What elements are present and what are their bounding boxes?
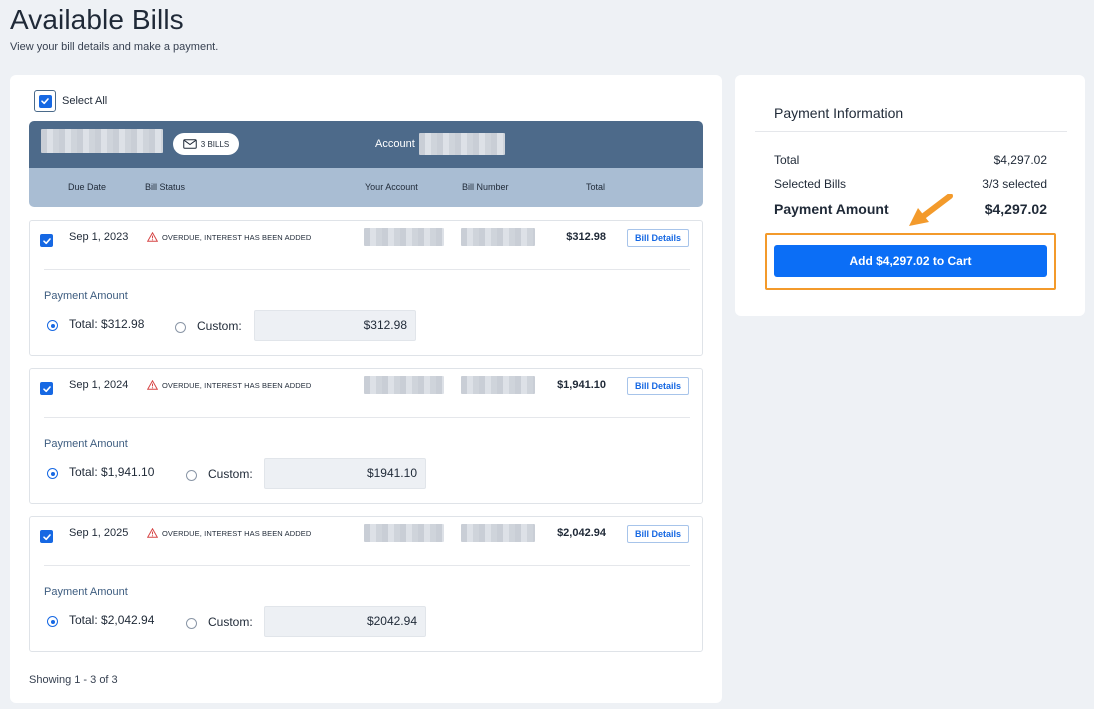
- custom-amount-input[interactable]: $312.98: [254, 310, 416, 341]
- bill-status-text: OVERDUE, INTEREST HAS BEEN ADDED: [162, 528, 312, 538]
- bills-panel: Select All 3 BILLS Account Due Date Bill…: [10, 75, 722, 703]
- redacted-your-account: [364, 228, 444, 246]
- checkmark-icon: [42, 533, 51, 540]
- payment-amount-label: Payment Amount: [44, 290, 128, 302]
- total-option-label: Total: $2,042.94: [69, 613, 155, 627]
- bill-due-date: Sep 1, 2024: [69, 379, 129, 391]
- column-header-bill-number: Bill Number: [462, 182, 509, 192]
- total-radio[interactable]: [47, 468, 58, 479]
- payment-amount-label: Payment Amount: [774, 201, 889, 217]
- bill-checkbox[interactable]: [40, 234, 53, 247]
- bill-status: OVERDUE, INTEREST HAS BEEN ADDED: [147, 528, 311, 538]
- total-radio[interactable]: [47, 320, 58, 331]
- payment-amount-label: Payment Amount: [44, 438, 128, 450]
- divider: [44, 417, 690, 418]
- redacted-bill-number: [461, 524, 535, 542]
- bill-due-date: Sep 1, 2025: [69, 527, 129, 539]
- bill-card: Sep 1, 2023 OVERDUE, INTEREST HAS BEEN A…: [29, 220, 703, 356]
- selected-bills-value: 3/3 selected: [982, 177, 1047, 191]
- column-header-total: Total: [586, 182, 606, 192]
- add-to-cart-button[interactable]: Add $4,297.02 to Cart: [774, 245, 1047, 277]
- column-header-bill-status: Bill Status: [145, 182, 186, 192]
- payment-info-title: Payment Information: [774, 105, 904, 121]
- selected-bills-label: Selected Bills: [774, 177, 847, 191]
- divider: [44, 565, 690, 566]
- warning-icon: [147, 380, 158, 390]
- redacted-account-number: [419, 133, 505, 155]
- divider: [755, 131, 1067, 132]
- account-header: 3 BILLS Account: [29, 121, 703, 168]
- warning-icon: [147, 528, 158, 538]
- bill-status: OVERDUE, INTEREST HAS BEEN ADDED: [147, 380, 311, 390]
- column-header-row: Due Date Bill Status Your Account Bill N…: [29, 168, 703, 207]
- bill-status-text: OVERDUE, INTEREST HAS BEEN ADDED: [162, 232, 312, 242]
- envelope-icon: [183, 139, 197, 149]
- redacted-your-account: [364, 376, 444, 394]
- account-label: Account: [375, 138, 415, 150]
- total-option-label: Total: $312.98: [69, 317, 145, 331]
- redacted-account-name: [41, 129, 163, 153]
- checkmark-icon: [42, 237, 51, 244]
- bills-count-badge: 3 BILLS: [173, 133, 239, 155]
- bill-card: Sep 1, 2025 OVERDUE, INTEREST HAS BEEN A…: [29, 516, 703, 652]
- custom-radio[interactable]: [186, 618, 197, 629]
- custom-amount-input[interactable]: $1941.10: [264, 458, 426, 489]
- redacted-bill-number: [461, 228, 535, 246]
- custom-radio[interactable]: [186, 470, 197, 481]
- select-all-checkbox[interactable]: [34, 90, 56, 112]
- checkbox-checked-icon: [38, 94, 52, 108]
- custom-option-label: Custom:: [208, 615, 253, 629]
- bill-due-date: Sep 1, 2023: [69, 231, 129, 243]
- column-header-due-date: Due Date: [68, 182, 107, 192]
- bill-card: Sep 1, 2024 OVERDUE, INTEREST HAS BEEN A…: [29, 368, 703, 504]
- select-all-label: Select All: [62, 95, 108, 107]
- bill-total: $1,941.10: [557, 379, 606, 391]
- page-subtitle: View your bill details and make a paymen…: [10, 41, 219, 53]
- pagination-summary: Showing 1 - 3 of 3: [29, 674, 118, 686]
- payment-amount-label: Payment Amount: [44, 586, 128, 598]
- bill-details-button[interactable]: Bill Details: [627, 377, 689, 395]
- bill-details-button[interactable]: Bill Details: [627, 229, 689, 247]
- page-title: Available Bills: [10, 4, 184, 35]
- warning-icon: [147, 232, 158, 242]
- redacted-your-account: [364, 524, 444, 542]
- column-header-your-account: Your Account: [365, 182, 418, 192]
- bill-checkbox[interactable]: [40, 382, 53, 395]
- total-value: $4,297.02: [993, 153, 1047, 167]
- custom-option-label: Custom:: [197, 319, 242, 333]
- total-label: Total: [774, 153, 800, 167]
- total-option-label: Total: $1,941.10: [69, 465, 155, 479]
- bill-details-button[interactable]: Bill Details: [627, 525, 689, 543]
- bill-status: OVERDUE, INTEREST HAS BEEN ADDED: [147, 232, 311, 242]
- bills-badge-label: 3 BILLS: [200, 139, 230, 149]
- annotation-arrow-icon: [909, 194, 953, 226]
- checkmark-icon: [42, 385, 51, 392]
- custom-amount-input[interactable]: $2042.94: [264, 606, 426, 637]
- divider: [44, 269, 690, 270]
- custom-option-label: Custom:: [208, 467, 253, 481]
- total-radio[interactable]: [47, 616, 58, 627]
- select-all[interactable]: Select All: [34, 90, 107, 112]
- payment-amount-value: $4,297.02: [984, 201, 1047, 217]
- bill-checkbox[interactable]: [40, 530, 53, 543]
- bill-total: $2,042.94: [557, 527, 606, 539]
- bill-total: $312.98: [566, 231, 606, 243]
- custom-radio[interactable]: [175, 322, 186, 333]
- redacted-bill-number: [461, 376, 535, 394]
- bill-status-text: OVERDUE, INTEREST HAS BEEN ADDED: [162, 380, 312, 390]
